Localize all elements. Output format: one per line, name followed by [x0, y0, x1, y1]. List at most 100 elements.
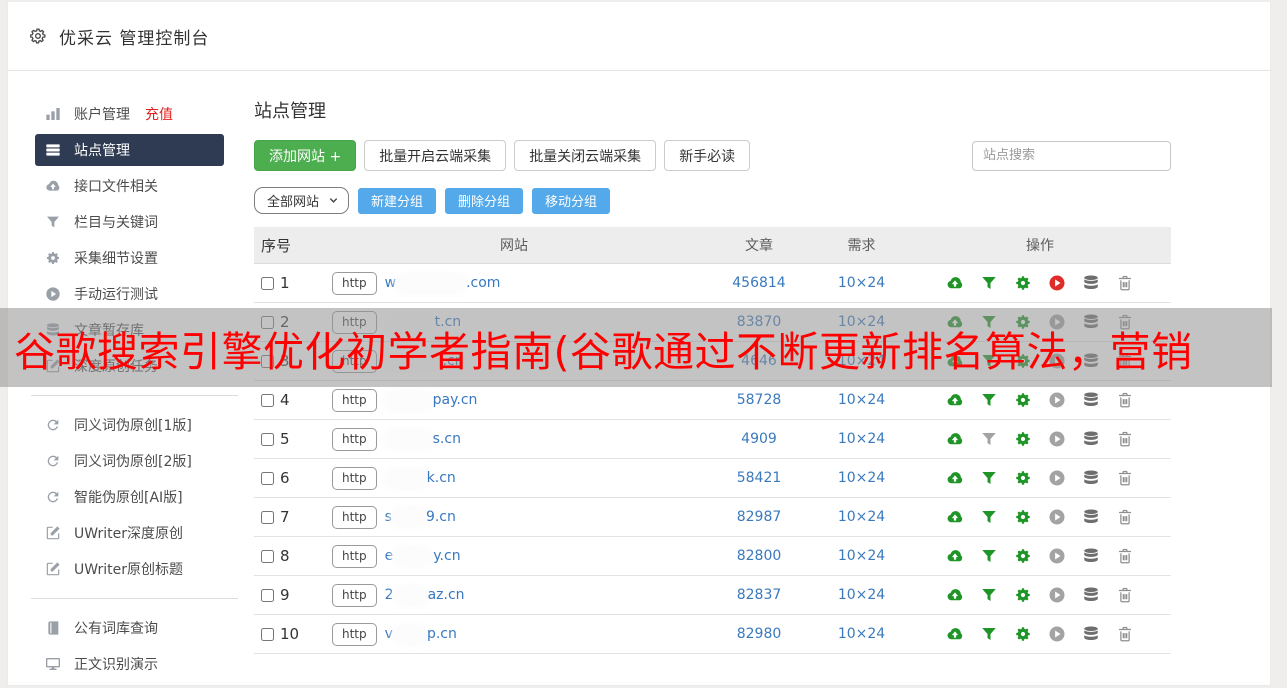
cloud-upload-icon[interactable]	[946, 508, 964, 526]
article-count[interactable]: 58421	[704, 470, 814, 486]
move-group-button[interactable]: 移动分组	[532, 187, 611, 214]
sidebar-item[interactable]: 接口文件相关	[35, 170, 224, 202]
sidebar-item[interactable]: UWriter深度原创	[35, 517, 224, 549]
cloud-upload-icon[interactable]	[946, 274, 964, 292]
sidebar-item[interactable]: 同义词伪原创[2版]	[35, 445, 224, 477]
funnel-icon[interactable]	[980, 430, 998, 448]
gears-icon[interactable]	[1014, 469, 1032, 487]
funnel-icon[interactable]	[980, 547, 998, 565]
gears-icon[interactable]	[1014, 274, 1032, 292]
gears-icon[interactable]	[1014, 391, 1032, 409]
play-icon[interactable]	[1048, 274, 1066, 292]
row-checkbox[interactable]	[261, 549, 274, 563]
sidebar-item[interactable]: 手动运行测试	[35, 278, 224, 310]
play-icon[interactable]	[1048, 625, 1066, 643]
site-domain-link[interactable]: w .com	[385, 275, 501, 291]
sidebar-item[interactable]: 采集细节设置	[35, 242, 224, 274]
group-filter-select[interactable]: 全部网站	[254, 187, 350, 214]
database-icon[interactable]	[1082, 586, 1100, 604]
article-count[interactable]: 82987	[704, 509, 814, 525]
gears-icon[interactable]	[1014, 625, 1032, 643]
sidebar-item[interactable]: 站点管理	[35, 134, 224, 166]
sidebar-item[interactable]: 智能伪原创[AI版]	[35, 481, 224, 513]
article-count[interactable]: 456814	[704, 275, 814, 291]
funnel-icon[interactable]	[980, 625, 998, 643]
funnel-icon[interactable]	[980, 469, 998, 487]
site-domain-link[interactable]: pay.cn	[385, 392, 477, 408]
gears-icon[interactable]	[1014, 508, 1032, 526]
play-icon[interactable]	[1048, 586, 1066, 604]
site-domain-link[interactable]: 2 az.cn	[385, 587, 465, 603]
article-count[interactable]: 82980	[704, 626, 814, 642]
trash-icon[interactable]	[1116, 430, 1134, 448]
article-count[interactable]: 58728	[704, 392, 814, 408]
play-icon[interactable]	[1048, 547, 1066, 565]
site-domain-link[interactable]: v p.cn	[385, 626, 457, 642]
batch-open-cloud-button[interactable]: 批量开启云端采集	[364, 140, 507, 171]
sidebar-item-label: 同义词伪原创[2版]	[74, 454, 192, 470]
site-domain-link[interactable]: e y.cn	[385, 548, 461, 564]
recharge-link[interactable]: 充值	[145, 104, 173, 124]
new-group-button[interactable]: 新建分组	[358, 187, 437, 214]
row-checkbox[interactable]	[261, 471, 274, 485]
gears-icon[interactable]	[1014, 547, 1032, 565]
sidebar-item[interactable]: UWriter原创标题	[35, 553, 224, 585]
gears-icon[interactable]	[1014, 430, 1032, 448]
sidebar-item[interactable]: 公有词库查询	[35, 612, 224, 644]
row-checkbox[interactable]	[261, 432, 274, 446]
site-domain-link[interactable]: s 9.cn	[385, 509, 456, 525]
database-icon[interactable]	[1082, 469, 1100, 487]
funnel-icon[interactable]	[980, 586, 998, 604]
trash-icon[interactable]	[1116, 274, 1134, 292]
add-site-button[interactable]: 添加网站 +	[254, 140, 357, 171]
play-icon[interactable]	[1048, 469, 1066, 487]
row-checkbox[interactable]	[261, 588, 274, 602]
cloud-upload-icon[interactable]	[946, 469, 964, 487]
delete-group-button[interactable]: 删除分组	[445, 187, 524, 214]
funnel-icon[interactable]	[980, 391, 998, 409]
article-count[interactable]: 4909	[704, 431, 814, 447]
trash-icon[interactable]	[1116, 508, 1134, 526]
batch-close-cloud-button[interactable]: 批量关闭云端采集	[514, 140, 657, 171]
play-icon[interactable]	[1048, 508, 1066, 526]
database-icon[interactable]	[1082, 391, 1100, 409]
protocol-badge: http	[332, 427, 377, 451]
database-icon[interactable]	[1082, 625, 1100, 643]
header-site: 网站	[500, 238, 528, 254]
row-checkbox[interactable]	[261, 276, 274, 290]
cloud-upload-icon[interactable]	[946, 547, 964, 565]
database-icon[interactable]	[1082, 274, 1100, 292]
redacted-domain-blur	[386, 392, 431, 408]
cloud-upload-icon[interactable]	[946, 625, 964, 643]
article-count[interactable]: 82837	[704, 587, 814, 603]
database-icon[interactable]	[1082, 430, 1100, 448]
trash-icon[interactable]	[1116, 586, 1134, 604]
row-checkbox[interactable]	[261, 627, 274, 641]
sidebar-item[interactable]: 栏目与关键词	[35, 206, 224, 238]
trash-icon[interactable]	[1116, 391, 1134, 409]
sidebar-item[interactable]: 同义词伪原创[1版]	[35, 409, 224, 441]
cloud-upload-icon[interactable]	[946, 391, 964, 409]
funnel-icon[interactable]	[980, 508, 998, 526]
play-icon[interactable]	[1048, 430, 1066, 448]
database-icon[interactable]	[1082, 508, 1100, 526]
trash-icon[interactable]	[1116, 625, 1134, 643]
redacted-domain-blur	[394, 626, 425, 642]
site-domain-link[interactable]: s.cn	[385, 431, 461, 447]
sidebar-item[interactable]: 账户管理 充值	[35, 98, 224, 130]
row-checkbox[interactable]	[261, 393, 274, 407]
row-checkbox[interactable]	[261, 510, 274, 524]
cloud-upload-icon[interactable]	[946, 586, 964, 604]
database-icon[interactable]	[1082, 547, 1100, 565]
site-search-input[interactable]	[972, 140, 1171, 171]
play-icon[interactable]	[1048, 391, 1066, 409]
article-count[interactable]: 82800	[704, 548, 814, 564]
trash-icon[interactable]	[1116, 547, 1134, 565]
site-domain-link[interactable]: k.cn	[385, 470, 456, 486]
sidebar-item[interactable]: 正文识别演示	[35, 648, 224, 680]
newbie-guide-button[interactable]: 新手必读	[664, 140, 751, 171]
cloud-upload-icon[interactable]	[946, 430, 964, 448]
trash-icon[interactable]	[1116, 469, 1134, 487]
funnel-icon[interactable]	[980, 274, 998, 292]
gears-icon[interactable]	[1014, 586, 1032, 604]
